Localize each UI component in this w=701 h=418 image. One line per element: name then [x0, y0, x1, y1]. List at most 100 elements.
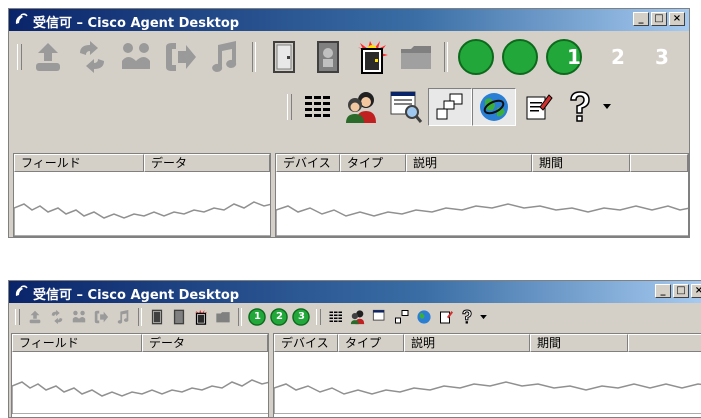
chat-icon — [346, 92, 376, 123]
ready-icon — [358, 41, 388, 74]
layout-icon — [395, 310, 409, 324]
dropdown-arrow-icon — [603, 104, 611, 109]
column-header-field[interactable]: フィールド — [12, 334, 142, 352]
call-activity-pane: デバイス タイプ 説明 期間 — [275, 153, 689, 237]
report-search-button[interactable] — [384, 89, 428, 125]
touchtone-button[interactable] — [112, 309, 134, 325]
conference-button[interactable] — [114, 39, 158, 75]
task-button-1[interactable] — [454, 38, 498, 76]
ready-icon — [194, 309, 209, 325]
maximize-button[interactable]: □ — [651, 12, 667, 26]
transfer-icon — [94, 310, 109, 324]
enterprise-data-pane: フィールド データ — [13, 153, 271, 237]
touchtone-button[interactable] — [202, 39, 246, 75]
task-1-label: 1 — [254, 311, 261, 322]
column-header-description[interactable]: 説明 — [404, 334, 530, 352]
work-button[interactable] — [212, 309, 234, 325]
task-button-1[interactable]: 1 — [246, 308, 268, 326]
notes-button[interactable] — [435, 309, 457, 325]
answer-button[interactable] — [24, 309, 46, 325]
maximize-button[interactable]: □ — [673, 284, 689, 298]
task-2-icon — [502, 39, 538, 75]
agent-desktop-window-compact: 受信可 – Cisco Agent Desktop _ □ × 1 2 3 — [8, 280, 701, 418]
task-button-2[interactable]: 2 — [268, 308, 290, 326]
help-icon — [570, 91, 590, 122]
notes-icon — [440, 311, 453, 324]
logout-icon — [273, 41, 295, 73]
column-header-type[interactable]: タイプ — [340, 154, 406, 172]
transfer-button[interactable] — [90, 309, 112, 325]
call-activity-grid-button[interactable] — [296, 91, 340, 123]
column-header-data[interactable]: データ — [144, 154, 270, 172]
toolbar-dropdown-button[interactable] — [477, 314, 489, 320]
minimize-button[interactable]: _ — [655, 284, 671, 298]
work-button[interactable] — [394, 39, 438, 75]
task-button-2[interactable] — [498, 38, 542, 76]
help-button[interactable] — [457, 309, 477, 325]
column-header-type[interactable]: タイプ — [338, 334, 404, 352]
transfer-icon — [166, 43, 196, 71]
torn-edge — [14, 201, 270, 236]
transfer-button[interactable] — [158, 39, 202, 75]
web-browser-button[interactable] — [472, 88, 516, 126]
column-header-device[interactable]: デバイス — [274, 334, 338, 352]
hold-icon — [51, 309, 63, 325]
task-3-label: 3 — [298, 311, 305, 322]
web-browser-icon — [417, 310, 431, 324]
hold-button[interactable] — [46, 309, 68, 325]
work-icon — [216, 312, 230, 323]
logout-button[interactable] — [146, 309, 168, 325]
logout-button[interactable] — [262, 39, 306, 75]
column-header-duration[interactable]: 期間 — [532, 154, 630, 172]
task-3-label: 3 — [655, 45, 669, 69]
layout-button[interactable] — [428, 88, 472, 126]
not-ready-button[interactable] — [306, 39, 350, 75]
report-search-button[interactable] — [369, 309, 391, 325]
ready-button[interactable] — [190, 309, 212, 325]
answer-icon — [36, 43, 60, 71]
column-header-device[interactable]: デバイス — [276, 154, 340, 172]
chat-button[interactable] — [347, 309, 369, 325]
task-3-icon — [546, 39, 582, 75]
column-header-data[interactable]: データ — [142, 334, 268, 352]
ready-button[interactable] — [350, 39, 394, 75]
enterprise-data-pane: フィールド データ — [11, 333, 269, 417]
help-icon — [462, 309, 472, 324]
column-header-field[interactable]: フィールド — [14, 154, 144, 172]
not-ready-icon — [317, 41, 339, 73]
window-title: 受信可 – Cisco Agent Desktop — [33, 16, 240, 31]
help-button[interactable] — [560, 90, 600, 124]
call-activity-grid-icon — [305, 96, 330, 117]
task-2-label: 2 — [611, 45, 625, 69]
notes-button[interactable] — [516, 91, 560, 123]
not-ready-button[interactable] — [168, 309, 190, 325]
hold-icon — [80, 41, 104, 73]
not-ready-icon — [173, 309, 185, 325]
toolbar-grip[interactable] — [17, 44, 22, 70]
conference-button[interactable] — [68, 309, 90, 325]
task-button-3[interactable]: 3 — [290, 308, 312, 326]
web-browser-button[interactable] — [413, 309, 435, 325]
answer-button[interactable] — [26, 39, 70, 75]
report-search-icon — [372, 309, 385, 321]
hold-button[interactable] — [70, 39, 114, 75]
task-button-3[interactable] — [542, 38, 586, 76]
toolbar-dropdown-button[interactable] — [600, 104, 614, 110]
work-icon — [401, 46, 431, 69]
close-button[interactable]: × — [691, 284, 701, 298]
phone-app-icon — [15, 285, 28, 296]
logout-icon — [151, 309, 163, 325]
minimize-button[interactable]: _ — [633, 12, 649, 26]
report-search-icon — [390, 91, 423, 123]
web-browser-icon — [480, 93, 508, 121]
answer-icon — [29, 310, 41, 324]
column-header-description[interactable]: 説明 — [406, 154, 532, 172]
column-header-duration[interactable]: 期間 — [530, 334, 628, 352]
call-activity-pane: デバイス タイプ 説明 期間 — [273, 333, 701, 417]
task-2-label: 2 — [276, 311, 283, 322]
toolbar-grip-2[interactable] — [287, 94, 292, 120]
chat-button[interactable] — [340, 89, 384, 125]
close-button[interactable]: × — [669, 12, 685, 26]
layout-button[interactable] — [391, 309, 413, 325]
call-activity-grid-button[interactable] — [325, 309, 347, 325]
